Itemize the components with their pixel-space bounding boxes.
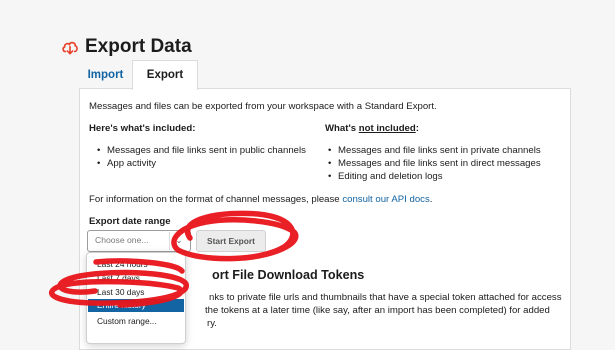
not-included-heading: What's not included: [325, 123, 419, 134]
not-included-item: Messages and file links sent in direct m… [328, 158, 541, 169]
cloud-download-icon [62, 41, 78, 55]
dropdown-option-30d[interactable]: Last 30 days [88, 286, 184, 299]
date-range-select[interactable]: Choose one... ⌄ [87, 230, 191, 252]
dropdown-option-24h[interactable]: Last 24 hours [88, 258, 184, 271]
start-export-button[interactable]: Start Export [196, 230, 266, 252]
date-range-placeholder: Choose one... [95, 235, 149, 245]
intro-text: Messages and files can be exported from … [89, 101, 437, 112]
tab-export[interactable]: Export [132, 60, 198, 90]
api-info-text: For information on the format of channel… [89, 194, 433, 205]
page-title-text: Export Data [85, 36, 192, 57]
date-range-label: Export date range [89, 216, 171, 227]
chevron-down-icon[interactable]: ⌄ [169, 232, 188, 250]
page-title: Export Data [60, 36, 192, 58]
tokens-text: the tokens at a later time (like say, af… [205, 305, 550, 316]
tokens-text: nks to private file urls and thumbnails … [209, 292, 562, 303]
api-docs-link[interactable]: consult our API docs [342, 194, 429, 205]
dropdown-option-entire-history[interactable]: Entire history [88, 299, 184, 312]
tab-import[interactable]: Import [79, 61, 132, 89]
not-included-item: Editing and deletion logs [328, 171, 443, 182]
tokens-heading: ort File Download Tokens [212, 268, 365, 282]
included-heading: Here's what's included: [89, 123, 196, 134]
not-included-item: Messages and file links sent in private … [328, 145, 541, 156]
tokens-text: ry. [207, 318, 217, 329]
dropdown-option-7d[interactable]: Last 7 days [88, 272, 184, 285]
dropdown-option-custom[interactable]: Custom range... [88, 315, 184, 328]
date-range-dropdown: Last 24 hours Last 7 days Last 30 days E… [86, 252, 186, 344]
included-item: Messages and file links sent in public c… [97, 145, 306, 156]
included-item: App activity [97, 158, 156, 169]
